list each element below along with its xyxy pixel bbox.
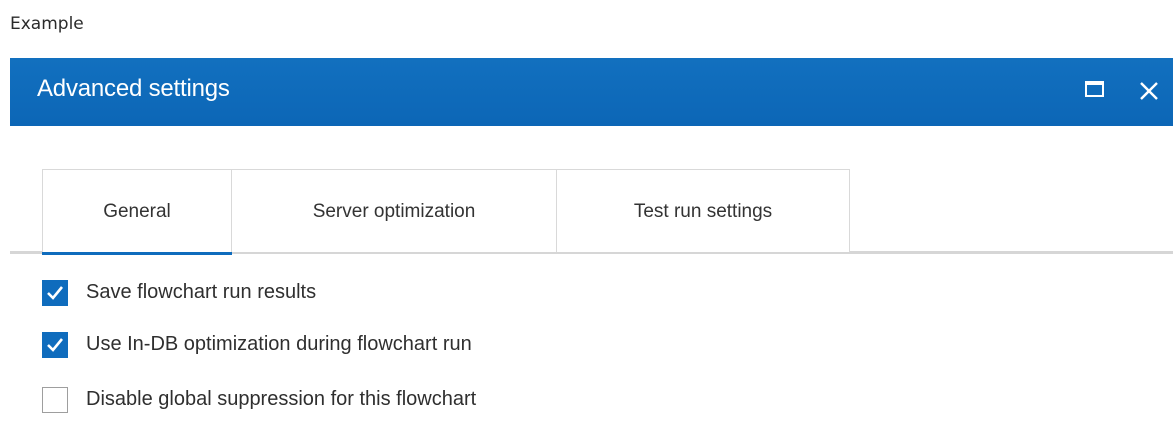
disable-global-suppression-option[interactable]: Disable global suppression for this flow… [42, 385, 742, 415]
tab-general[interactable]: General [42, 169, 232, 255]
tab-test-run-settings[interactable]: Test run settings [556, 169, 850, 252]
close-icon [1140, 82, 1158, 100]
in-db-optimization-checkbox[interactable] [42, 332, 68, 358]
save-run-results-checkbox[interactable] [42, 280, 68, 306]
checkmark-icon [47, 286, 64, 300]
tab-test-run-settings-label: Test run settings [633, 201, 773, 222]
close-button[interactable] [1134, 74, 1164, 106]
disable-global-suppression-checkbox[interactable] [42, 387, 68, 413]
maximize-button[interactable] [1081, 74, 1111, 106]
dialog-title: Advanced settings [37, 75, 230, 102]
active-tab-indicator [42, 252, 232, 255]
maximize-icon [1085, 81, 1104, 97]
in-db-optimization-option[interactable]: Use In-DB optimization during flowchart … [42, 330, 742, 360]
checkmark-icon [47, 338, 64, 352]
example-caption: Example [10, 14, 84, 34]
tab-server-optimization[interactable]: Server optimization [231, 169, 557, 252]
save-run-results-option[interactable]: Save flowchart run results [42, 278, 742, 308]
save-run-results-label: Save flowchart run results [86, 281, 317, 303]
tab-general-label: General [103, 201, 171, 222]
advanced-settings-dialog: Advanced settings General Server optimiz… [10, 58, 1173, 438]
settings-tabs: General Server optimization Test run set… [10, 169, 1173, 255]
disable-global-suppression-label: Disable global suppression for this flow… [86, 388, 477, 410]
dialog-titlebar: Advanced settings [10, 58, 1173, 126]
in-db-optimization-label: Use In-DB optimization during flowchart … [86, 333, 472, 355]
tab-server-optimization-label: Server optimization [312, 201, 476, 222]
